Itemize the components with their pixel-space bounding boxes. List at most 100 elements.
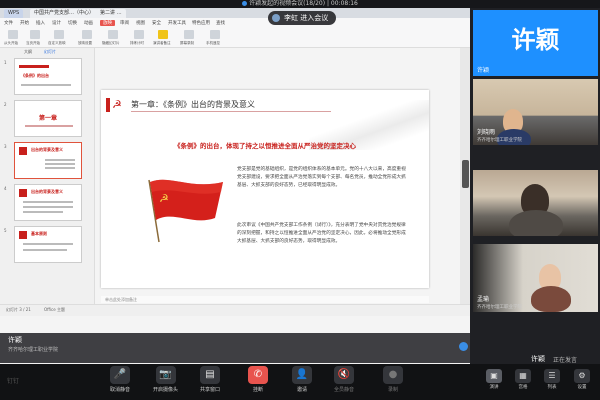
thumb-line — [45, 167, 75, 169]
presenter-notes-icon[interactable] — [158, 30, 168, 39]
window-titlebar: 许颖发起的视频会议(18/20) | 00:08:16 — [0, 0, 600, 8]
mute-all-button[interactable]: 🔇 全员静音 — [334, 366, 354, 393]
hangup-icon: ✆ — [248, 366, 268, 384]
ribbon-label: 从头开始 — [4, 41, 18, 45]
thumb-number: 3 — [4, 144, 7, 149]
list-view-button[interactable]: ☰ 列表 — [541, 369, 563, 390]
wps-home-tab[interactable]: WPS — [4, 9, 24, 18]
thumb-line — [23, 201, 73, 203]
thumb-title: 出台的背景及意义 — [31, 189, 63, 194]
ribbon-label: 当页开始 — [26, 41, 40, 45]
menu-search[interactable]: 查找 — [216, 20, 225, 26]
menu-design[interactable]: 设计 — [52, 20, 61, 26]
play-from-start-icon[interactable] — [8, 30, 18, 39]
participant-tile-2[interactable]: 刘晓雨 齐齐哈尔理工职业学院 — [473, 79, 598, 145]
chapter-title: 第一章：《条例》出台的背景及意义 — [131, 100, 255, 109]
hangup-label: 挂断 — [252, 387, 263, 393]
menu-features[interactable]: 特色应用 — [192, 20, 210, 26]
play-current-icon[interactable] — [30, 30, 40, 39]
speaker-view-button[interactable]: ▣ 演讲 — [483, 369, 505, 390]
slide-counter: 幻灯片 3 / 21 — [6, 307, 31, 312]
menu-view[interactable]: 视图 — [136, 20, 145, 26]
menu-file[interactable]: 文件 — [4, 20, 13, 26]
share-window-button[interactable]: ▤ 共享窗口 — [200, 366, 220, 393]
user-avatar-icon — [272, 14, 280, 22]
menu-security[interactable]: 安全 — [152, 20, 161, 26]
wps-doc-tab-2[interactable]: 第二讲 … — [96, 9, 126, 18]
panel-collapse-handle[interactable] — [462, 160, 469, 188]
slide-thumb-5[interactable]: 基本原则 — [14, 226, 82, 263]
chapter-bar — [106, 98, 110, 112]
participant-name: 许颖 — [477, 67, 490, 74]
current-slide: ☭ 第一章：《条例》出台的背景及意义 《条例》的出台，体现了持之以恒推进全面从严… — [101, 90, 429, 288]
thumb-number: 4 — [4, 186, 7, 191]
party-flag-image: ☭ — [148, 179, 223, 243]
slide-thumb-4[interactable]: 出台的背景及意义 — [14, 184, 82, 221]
tab-outline[interactable]: 大纲 — [24, 49, 32, 55]
wps-status-bar: 幻灯片 3 / 21 Office 主题 — [0, 304, 470, 316]
thumb-line — [23, 243, 73, 245]
custom-show-icon[interactable] — [54, 30, 64, 39]
thumb-line — [23, 211, 63, 213]
share-window-label: 共享窗口 — [200, 387, 221, 393]
rehearse-icon[interactable] — [134, 30, 144, 39]
settings-label: 设置 — [577, 385, 587, 390]
notes-field[interactable]: 单击此处添加备注 — [101, 296, 429, 303]
menu-slideshow[interactable]: 放映 — [100, 20, 115, 26]
thumb-title: 出台的背景及意义 — [31, 147, 63, 152]
participant-name: 刘晓雨 — [477, 129, 496, 136]
slide-paragraph-2: 此次审议《中国共产党支部工作条例（试行）》，充分表明了党中央对贯党治党规律的深刻… — [237, 223, 406, 244]
record-icon: ● — [383, 366, 403, 384]
menu-transition[interactable]: 切换 — [68, 20, 77, 26]
invite-icon: 👤 — [292, 366, 312, 384]
invite-button[interactable]: 👤 邀请 — [292, 366, 312, 393]
ribbon-label: 演讲者备注 — [153, 41, 171, 45]
party-emblem-icon: ☭ — [112, 98, 122, 111]
phone-remote-icon[interactable] — [210, 30, 220, 39]
thumb-line — [23, 249, 67, 251]
tab-slides[interactable]: 幻灯片 — [44, 49, 56, 55]
participant-avatar: 许颖 — [473, 10, 598, 76]
slide-paragraph-1: 党支部是党的基础组织，是党的组织体系的基本单元。党的十八大以来，高度重视党支部建… — [237, 167, 406, 188]
thumb-line — [45, 159, 75, 161]
slide-thumb-3[interactable]: 出台的背景及意义 — [14, 142, 82, 179]
sharer-info-bar — [0, 333, 470, 363]
menu-start[interactable]: 开始 — [20, 20, 29, 26]
participant-tile-4[interactable]: 孟瑜 齐齐哈尔理工职业学院 — [473, 244, 598, 312]
camera-button[interactable]: 📷 开启摄像头 — [153, 366, 178, 393]
thumb-line — [25, 125, 73, 127]
menu-insert[interactable]: 插入 — [36, 20, 45, 26]
participant-tile-1[interactable]: 许颖 许颖 — [473, 10, 598, 76]
menu-devtools[interactable]: 开发工具 — [168, 20, 186, 26]
slide-thumb-1[interactable]: 《条例》的出台 — [14, 58, 82, 95]
screen-record-icon[interactable] — [184, 30, 194, 39]
thumb-flag — [19, 147, 27, 155]
menu-review[interactable]: 审阅 — [120, 20, 129, 26]
wps-menu-bar: 文件 开始 插入 设计 切换 动画 放映 审阅 视图 安全 开发工具 特色应用 … — [0, 18, 470, 28]
participant-tile-3[interactable] — [473, 170, 598, 236]
thumb-number: 2 — [4, 102, 7, 107]
participant-org: 齐齐哈尔理工职业学院 — [477, 305, 522, 310]
sharer-org: 齐齐哈尔理工职业学院 — [8, 347, 59, 353]
invite-label: 邀请 — [296, 387, 307, 393]
app-logo: 钉钉 — [7, 378, 20, 385]
ribbon-label: 屏幕录制 — [180, 41, 194, 45]
window-title: 许颖发起的视频会议(18/20) | 00:08:16 — [249, 0, 358, 7]
mute-all-label: 全员静音 — [334, 387, 355, 393]
record-button[interactable]: ● 录制 — [383, 366, 403, 393]
thumb-title: 基本原则 — [31, 231, 47, 236]
ribbon-label: 自定义放映 — [48, 41, 66, 45]
slide-thumb-2[interactable]: 第一章 — [14, 100, 82, 137]
wps-doc-tab-1[interactable]: 中国共产党支部…（中心） — [30, 9, 99, 18]
thumb-line — [21, 84, 71, 86]
hangup-button[interactable]: ✆ 挂断 — [248, 366, 268, 393]
grid-view-button[interactable]: ▦ 宫格 — [512, 369, 534, 390]
menu-animation[interactable]: 动画 — [84, 20, 93, 26]
hide-slide-icon[interactable] — [108, 30, 118, 39]
ribbon-label: 手机遥控 — [206, 41, 220, 45]
unmute-button[interactable]: 🎤 取消静音 — [110, 366, 130, 393]
slide-subtitle: 《条例》的出台，体现了持之以恒推进全面从严治党的坚定决心 — [174, 142, 356, 150]
show-settings-icon[interactable] — [82, 30, 92, 39]
active-speaker-name: 许颖 — [531, 355, 545, 363]
settings-button[interactable]: ⚙ 设置 — [571, 369, 593, 390]
